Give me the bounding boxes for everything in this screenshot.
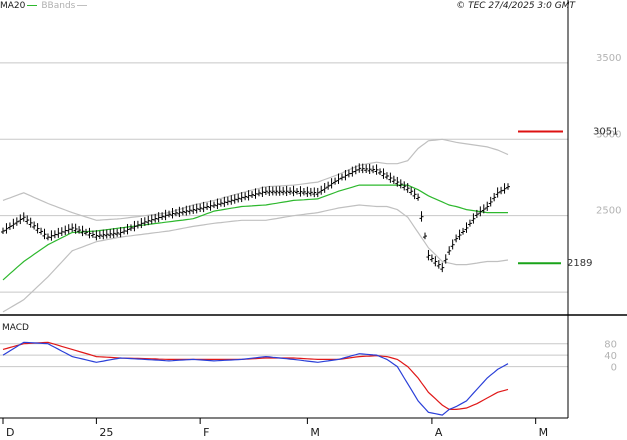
price-tick-label: 2500 [596,206,621,217]
macd-line [2,341,509,416]
bollinger-upper-line [2,138,509,221]
x-tick-label: M [539,426,549,439]
bollinger-bands [2,138,509,313]
macd-tick-label: 0 [611,363,617,374]
grid-lines [0,62,568,368]
price-chart: 3500300025008040030512189MACDD 25 F M A M [0,0,627,439]
price-bars [1,163,510,273]
x-tick-label: A [435,426,443,439]
macd-signal-line [2,341,509,410]
resistance-label: 3051 [593,126,618,137]
x-tick-label: 25 [99,426,113,439]
x-tick-label: D [6,426,14,439]
price-levels [518,130,563,265]
x-tick-label: M [310,426,320,439]
support-label: 2189 [567,258,592,269]
x-tick-label: F [203,426,209,439]
macd-tick-label: 40 [604,351,617,362]
macd-tick-label: 80 [604,340,617,351]
macd-lines [2,341,509,416]
price-tick-label: 3500 [596,53,621,64]
axis-labels: 3500300025008040030512189MACDD 25 F M A M [2,53,621,439]
macd-title: MACD [2,323,29,333]
